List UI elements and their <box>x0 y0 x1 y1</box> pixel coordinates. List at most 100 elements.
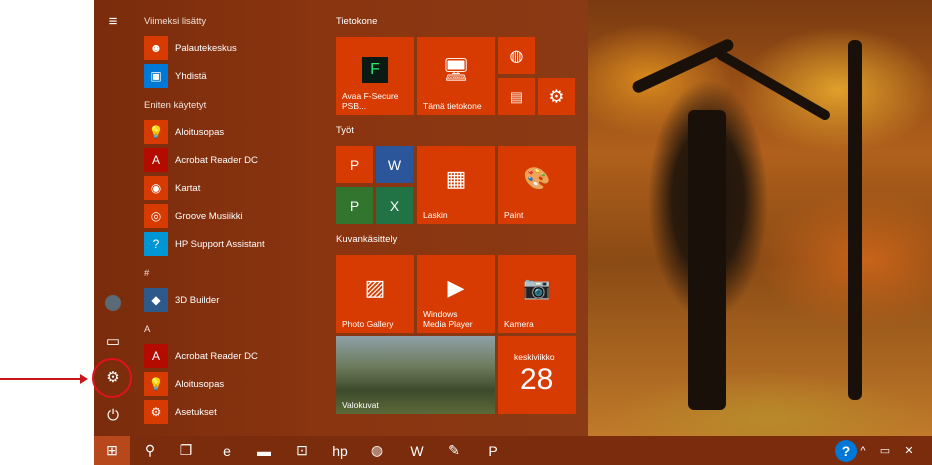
connect-icon: ▣ <box>144 64 168 88</box>
list-item-3d-builder[interactable]: ◆ 3D Builder <box>144 288 324 312</box>
tile-kamera[interactable]: 📷 Kamera <box>498 255 576 333</box>
calendar-date: 28 <box>520 363 554 396</box>
tile-control-panel[interactable]: ▤ <box>498 78 535 115</box>
tile-label: Tämä tietokone <box>423 101 482 111</box>
tile-group-header-kuvankasittely: Kuvankäsittely <box>336 234 398 245</box>
power-icon[interactable]: ⏻ <box>102 404 124 426</box>
list-item-label: Acrobat Reader DC <box>175 350 258 362</box>
tile-valokuvat[interactable]: Valokuvat <box>336 336 495 414</box>
acrobat-icon: A <box>144 344 168 368</box>
chevron-up-icon[interactable]: ^ <box>851 436 875 465</box>
list-item-kartat[interactable]: ◉ Kartat <box>144 176 324 200</box>
word-icon: W <box>387 156 402 173</box>
annotation-circle <box>92 358 132 398</box>
groove-music-icon: ◎ <box>144 204 168 228</box>
tile-group-header-tietokone: Tietokone <box>336 16 378 27</box>
taskbar: ⊞ ⚲ ❐ e ▬ ⊡ hp ◍ W ✎ P ? ^ ▭ ✕ <box>94 436 932 465</box>
tile-calendar[interactable]: keskiviikko 28 <box>498 336 576 414</box>
tile-label: Laskin <box>423 210 448 220</box>
paint-icon: 🎨 <box>523 165 551 191</box>
powerpoint-icon[interactable]: P <box>475 436 511 465</box>
computer-icon: 🖥 <box>442 56 470 82</box>
maps-icon: ◉ <box>144 176 168 200</box>
group-header-a[interactable]: A <box>144 324 150 335</box>
list-item-aloitusopas-a[interactable]: 💡 Aloitusopas <box>144 372 324 396</box>
excel-icon: X <box>389 197 400 214</box>
media-player-icon: ▶ <box>447 274 465 300</box>
control-panel-icon: ▤ <box>509 88 524 104</box>
list-item-label: Kartat <box>175 182 201 194</box>
file-explorer-icon[interactable]: ▭ <box>102 330 124 352</box>
list-item-label: 3D Builder <box>175 294 220 306</box>
tile-excel[interactable]: X <box>376 187 413 224</box>
tile-label: Photo Gallery <box>342 319 394 329</box>
tile-publisher[interactable]: P <box>336 187 373 224</box>
tile-photo-gallery[interactable]: ▨ Photo Gallery <box>336 255 414 333</box>
firefox-icon[interactable]: ◍ <box>359 436 395 465</box>
tile-laskin[interactable]: ▦ Laskin <box>417 146 495 224</box>
tile-label: Kamera <box>504 319 534 329</box>
list-item-aloitusopas[interactable]: 💡 Aloitusopas <box>144 120 324 144</box>
list-item-hp-support[interactable]: ? HP Support Assistant <box>144 232 324 256</box>
list-item-label: Asetukset <box>175 406 217 418</box>
list-item-asetukset[interactable]: ⚙ Asetukset <box>144 400 324 424</box>
tile-media-player[interactable]: ▶ Windows Media Player <box>417 255 495 333</box>
tile-area: Tietokone F Avaa F-Secure PSB... 🖥 Tämä … <box>336 0 588 436</box>
tile-label: Paint <box>504 210 524 220</box>
list-item-groove[interactable]: ◎ Groove Musiikki <box>144 204 324 228</box>
battery-icon[interactable]: ▭ <box>873 436 897 465</box>
user-avatar-icon[interactable] <box>102 292 124 314</box>
desktop-screen: ≡ ▭ ⚙ ⏻ Viimeksi lisätty ☻ Palautekeskus… <box>94 0 932 465</box>
powerpoint-icon: P <box>349 156 360 173</box>
calculator-icon: ▦ <box>445 165 467 191</box>
list-item-label: Palautekeskus <box>175 42 237 54</box>
list-item-acrobat-a[interactable]: A Acrobat Reader DC <box>144 344 324 368</box>
app-list: Viimeksi lisätty ☻ Palautekeskus ▣ Yhdis… <box>144 0 324 436</box>
tile-settings[interactable]: ⚙ <box>538 78 575 115</box>
word-icon[interactable]: W <box>399 436 435 465</box>
tile-firefox[interactable]: ◍ <box>498 37 535 74</box>
3d-builder-icon: ◆ <box>144 288 168 312</box>
camera-icon: 📷 <box>523 274 551 300</box>
tree-branch <box>714 48 832 122</box>
calendar-day: keskiviikko <box>514 352 555 362</box>
tile-label: Valokuvat <box>342 400 379 410</box>
search-icon[interactable]: ⚲ <box>132 436 168 465</box>
list-item-label: Yhdistä <box>175 70 207 82</box>
tree-branch <box>630 37 736 95</box>
tile-fsecure[interactable]: F Avaa F-Secure PSB... <box>336 37 414 115</box>
start-menu: ≡ ▭ ⚙ ⏻ Viimeksi lisätty ☻ Palautekeskus… <box>94 0 588 436</box>
store-icon[interactable]: ⊡ <box>284 436 320 465</box>
firefox-icon: ◍ <box>509 47 524 65</box>
windows-start-icon[interactable]: ⊞ <box>94 436 130 465</box>
list-item-label: Groove Musiikki <box>175 210 243 222</box>
group-header-most-used: Eniten käytetyt <box>144 100 207 111</box>
list-item-acrobat[interactable]: A Acrobat Reader DC <box>144 148 324 172</box>
feedback-hub-icon: ☻ <box>144 36 168 60</box>
desktop-wallpaper <box>588 0 932 436</box>
gear-icon: ⚙ <box>548 86 565 106</box>
network-icon[interactable]: ✕ <box>897 436 921 465</box>
fsecure-icon: F <box>362 56 388 83</box>
tile-this-pc[interactable]: 🖥 Tämä tietokone <box>417 37 495 115</box>
get-started-icon: 💡 <box>144 372 168 396</box>
tile-powerpoint[interactable]: P <box>336 146 373 183</box>
tree-trunk <box>688 110 726 410</box>
list-item-label: Aloitusopas <box>175 126 225 138</box>
edge-icon[interactable]: e <box>209 436 245 465</box>
group-header-hash[interactable]: # <box>144 268 149 279</box>
list-item-palautekeskus[interactable]: ☻ Palautekeskus <box>144 36 324 60</box>
task-view-icon[interactable]: ❐ <box>168 436 204 465</box>
hamburger-menu-icon[interactable]: ≡ <box>102 10 124 32</box>
list-item-label: Aloitusopas <box>175 378 225 390</box>
photo-gallery-icon: ▨ <box>364 274 386 300</box>
group-header-recent: Viimeksi lisätty <box>144 16 207 27</box>
hp-support-icon: ? <box>144 232 168 256</box>
list-item-yhdista[interactable]: ▣ Yhdistä <box>144 64 324 88</box>
tile-group-header-tyot: Työt <box>336 125 354 136</box>
tile-paint[interactable]: 🎨 Paint <box>498 146 576 224</box>
hp-icon[interactable]: hp <box>322 436 358 465</box>
tile-word[interactable]: W <box>376 146 413 183</box>
file-explorer-icon[interactable]: ▬ <box>246 436 282 465</box>
paint-icon[interactable]: ✎ <box>436 436 472 465</box>
